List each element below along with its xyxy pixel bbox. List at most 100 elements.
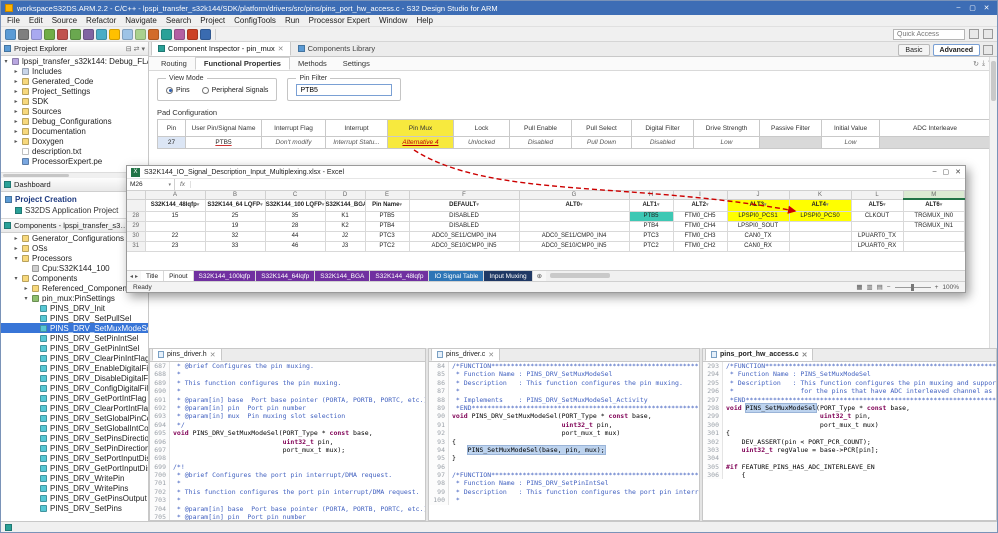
- page-break-icon[interactable]: ▤: [877, 283, 883, 291]
- twisty-icon[interactable]: ▾: [3, 58, 9, 65]
- excel-cell[interactable]: 46: [265, 241, 325, 251]
- component-function-item[interactable]: PINS_DRV_DisableDigitalFilter: [1, 373, 148, 383]
- excel-header-cell[interactable]: S32K144_100 LQFP▾: [265, 199, 325, 211]
- column-letter[interactable]: L: [851, 191, 903, 199]
- pins-radio[interactable]: Pins: [166, 87, 190, 94]
- tab-pins-driver-h[interactable]: pins_driver.h ✕: [152, 348, 222, 361]
- export-icon[interactable]: ⤓: [982, 60, 985, 68]
- filter-icon[interactable]: ▾: [399, 202, 402, 208]
- code-view[interactable]: 84/*FUNCTION****************************…: [429, 362, 699, 520]
- excel-cell[interactable]: PTC2: [365, 241, 409, 251]
- external-tools-icon[interactable]: [161, 29, 172, 40]
- inspector-tab[interactable]: Routing: [153, 57, 195, 70]
- expand-icon[interactable]: [983, 45, 993, 55]
- filter-icon[interactable]: ▾: [322, 202, 325, 208]
- excel-cell[interactable]: 15: [145, 211, 205, 221]
- excel-header-cell[interactable]: S32K144_48lqfp▾: [145, 199, 205, 211]
- column-letter[interactable]: C: [265, 191, 325, 199]
- component-function-item[interactable]: PINS_DRV_SetMuxModeSel: [1, 323, 148, 333]
- component-function-item[interactable]: PINS_DRV_GetPortIntFlag: [1, 393, 148, 403]
- pad-table-header-cell[interactable]: Drive Strength: [694, 120, 760, 137]
- sheet-tab[interactable]: Title: [141, 271, 164, 281]
- tree-item[interactable]: ▸ Sources: [1, 106, 148, 116]
- tree-item[interactable]: ▸ Project_Settings: [1, 86, 148, 96]
- column-letter[interactable]: M: [903, 191, 965, 199]
- perspective-open-icon[interactable]: [969, 29, 979, 39]
- component-function-item[interactable]: PINS_DRV_Init: [1, 303, 148, 313]
- tree-item[interactable]: ▸ Documentation: [1, 126, 148, 136]
- pad-table-cell[interactable]: Interrupt Statu...: [326, 137, 388, 149]
- menu-item[interactable]: ConfigTools: [234, 16, 276, 25]
- pad-table-cell[interactable]: Disabled: [510, 137, 572, 149]
- pad-table-header-cell[interactable]: Interrupt Flag: [262, 120, 326, 137]
- excel-cell[interactable]: TRGMUX_IN0: [903, 211, 965, 221]
- excel-cell[interactable]: LPSPI0_SOUT: [727, 221, 789, 231]
- pad-table-header-cell[interactable]: Lock: [454, 120, 510, 137]
- column-letter[interactable]: A: [145, 191, 205, 199]
- config-tool-icon[interactable]: [122, 29, 133, 40]
- excel-cell[interactable]: ADC0_SE11/CMP0_IN4: [519, 231, 629, 241]
- project-explorer-header[interactable]: Project Explorer ⊟ ⇄ ▾: [1, 42, 148, 56]
- minimize-icon[interactable]: –: [933, 168, 937, 176]
- save-icon[interactable]: [18, 29, 29, 40]
- tree-item-project-root[interactable]: ▾ lpspi_transfer_s32k144: Debug_FLASH: [1, 56, 148, 66]
- component-function-item[interactable]: PINS_DRV_SetPullSel: [1, 313, 148, 323]
- excel-cell[interactable]: [903, 231, 965, 241]
- inspector-tab[interactable]: Functional Properties: [195, 57, 290, 70]
- new-project-icon[interactable]: [96, 29, 107, 40]
- pad-table-header-cell[interactable]: Interrupt: [326, 120, 388, 137]
- annotation-icon[interactable]: [174, 29, 185, 40]
- component-function-item[interactable]: PINS_DRV_SetPins: [1, 503, 148, 513]
- excel-cell[interactable]: [903, 241, 965, 251]
- pad-table-data-row[interactable]: 27PTB5Don't modifyInterrupt Statu...Alte…: [158, 137, 991, 149]
- filter-icon[interactable]: ▾: [940, 202, 943, 208]
- sheet-tab[interactable]: S32K144_64lqfp: [256, 271, 315, 281]
- update-icon[interactable]: [109, 29, 120, 40]
- zoom-out-icon[interactable]: −: [887, 284, 891, 291]
- pad-table-cell[interactable]: Unlocked: [454, 137, 510, 149]
- menu-item[interactable]: Run: [285, 16, 300, 25]
- excel-header-cell[interactable]: ALT2▾: [673, 199, 727, 211]
- excel-cell[interactable]: J3: [325, 241, 365, 251]
- excel-header-cell[interactable]: ALT1▾: [629, 199, 673, 211]
- pad-table-cell[interactable]: [880, 137, 991, 149]
- column-letter[interactable]: D: [325, 191, 365, 199]
- excel-cell[interactable]: FTM0_CH3: [673, 231, 727, 241]
- excel-cell[interactable]: K2: [325, 221, 365, 231]
- component-function-item[interactable]: PINS_DRV_GetPortInputDisable: [1, 463, 148, 473]
- excel-cell[interactable]: PTC3: [629, 231, 673, 241]
- inspector-tab[interactable]: Settings: [335, 57, 378, 70]
- excel-header-cell[interactable]: S32K144_64 LQFP▾: [205, 199, 265, 211]
- select-all-corner[interactable]: [127, 191, 145, 199]
- debug-icon[interactable]: [57, 29, 68, 40]
- excel-cell[interactable]: [851, 221, 903, 231]
- filter-icon[interactable]: ▾: [197, 202, 200, 208]
- tree-item[interactable]: ▸ Debug_Configurations: [1, 116, 148, 126]
- pad-table-cell[interactable]: Alternative 4: [388, 137, 454, 149]
- pad-table-cell[interactable]: [760, 137, 822, 149]
- excel-cell[interactable]: ADC0_SE10/CMP0_IN5: [409, 241, 519, 251]
- component-function-item[interactable]: PINS_DRV_SetGlobalPinControl: [1, 413, 148, 423]
- search-icon[interactable]: [148, 29, 159, 40]
- column-letter[interactable]: J: [727, 191, 789, 199]
- pad-table-cell[interactable]: Pull Down: [572, 137, 632, 149]
- tree-item[interactable]: ▸ Includes: [1, 66, 148, 76]
- zoom-level[interactable]: 100%: [942, 284, 959, 291]
- sheet-tab[interactable]: Pinout: [164, 271, 193, 281]
- component-function-item[interactable]: PINS_DRV_SetPortInputDisable: [1, 453, 148, 463]
- excel-header-cell[interactable]: S32K144_BGA▾: [325, 199, 365, 211]
- menu-item[interactable]: Window: [379, 16, 407, 25]
- save-all-icon[interactable]: [31, 29, 42, 40]
- close-icon[interactable]: ✕: [488, 351, 494, 359]
- inspector-tab[interactable]: Methods: [290, 57, 335, 70]
- pad-table-cell[interactable]: Low: [694, 137, 760, 149]
- maximize-icon[interactable]: ▢: [943, 168, 950, 176]
- row-number[interactable]: 29: [127, 221, 145, 231]
- component-function-item[interactable]: PINS_DRV_GetPinsOutput: [1, 493, 148, 503]
- basic-button[interactable]: Basic: [898, 44, 929, 56]
- pad-table-header-cell[interactable]: Initial Value: [822, 120, 880, 137]
- column-letter[interactable]: B: [205, 191, 265, 199]
- project-creation-item[interactable]: S32DS Application Project: [5, 205, 144, 216]
- excel-cell[interactable]: CLKOUT: [851, 211, 903, 221]
- excel-cell[interactable]: PTB5: [365, 211, 409, 221]
